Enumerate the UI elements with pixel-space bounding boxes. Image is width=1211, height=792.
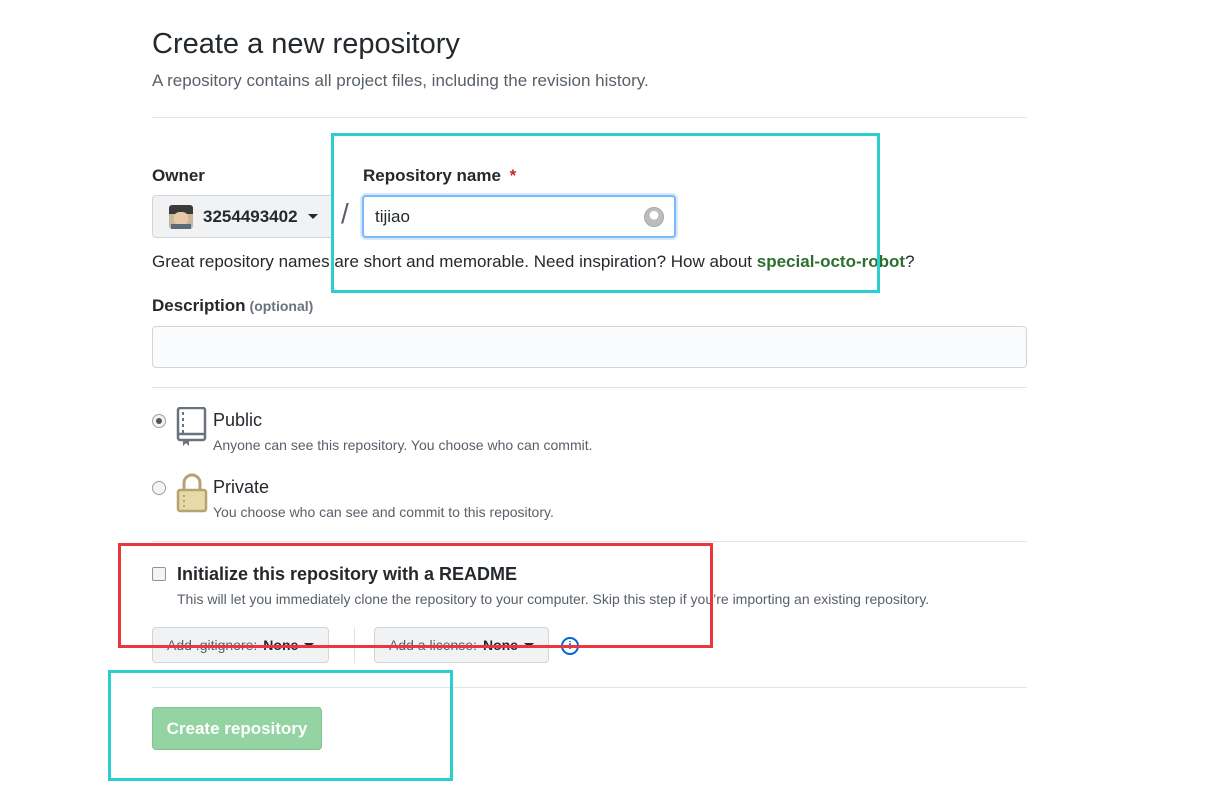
public-desc: Anyone can see this repository. You choo… <box>213 437 593 453</box>
create-repository-button[interactable]: Create repository <box>152 707 322 750</box>
caret-down-icon <box>304 642 315 648</box>
private-desc: You choose who can see and commit to thi… <box>213 504 554 520</box>
owner-select-button[interactable]: 3254493402 <box>152 195 332 238</box>
readme-checkbox[interactable] <box>152 567 166 581</box>
private-title: Private <box>213 477 270 497</box>
divider <box>152 687 1027 688</box>
repo-name-label-text: Repository name <box>363 166 501 185</box>
page-subtitle: A repository contains all project files,… <box>152 71 649 90</box>
description-label: Description (optional) <box>152 296 313 316</box>
validation-icon <box>644 207 664 227</box>
hint-text: Great repository names are short and mem… <box>152 252 757 271</box>
license-select[interactable]: Add a license: None <box>374 627 549 663</box>
gitignore-prefix: Add .gitignore: <box>167 637 258 653</box>
public-title: Public <box>213 410 263 430</box>
public-radio[interactable] <box>152 414 166 428</box>
hint-end: ? <box>905 252 915 271</box>
description-input[interactable] <box>152 326 1027 368</box>
readme-desc: This will let you immediately clone the … <box>177 591 930 607</box>
divider <box>152 541 1027 542</box>
gitignore-value: None <box>263 637 299 653</box>
divider <box>152 117 1027 118</box>
license-value: None <box>482 637 518 653</box>
private-radio[interactable] <box>152 481 166 495</box>
repo-name-label: Repository name * <box>363 166 516 186</box>
divider <box>152 387 1027 388</box>
owner-name: 3254493402 <box>203 206 298 226</box>
owner-repo-separator: / <box>341 198 349 229</box>
repo-name-hint: Great repository names are short and mem… <box>152 252 915 272</box>
optional-tag: (optional) <box>249 298 314 314</box>
caret-down-icon <box>523 642 534 648</box>
info-icon[interactable]: i <box>561 637 579 655</box>
page-title: Create a new repository <box>152 28 460 60</box>
repo-name-input[interactable] <box>362 195 676 238</box>
required-asterisk: * <box>509 166 517 185</box>
owner-label: Owner <box>152 166 205 185</box>
caret-down-icon <box>307 214 318 219</box>
avatar <box>169 204 193 229</box>
description-label-text: Description <box>152 296 246 315</box>
readme-title: Initialize this repository with a README <box>177 564 518 584</box>
suggestion-link[interactable]: special-octo-robot <box>757 252 905 271</box>
select-separator <box>354 627 355 663</box>
gitignore-select[interactable]: Add .gitignore: None <box>152 627 330 663</box>
lock-icon <box>176 473 208 513</box>
license-prefix: Add a license: <box>389 637 477 653</box>
repo-book-icon <box>176 407 207 446</box>
